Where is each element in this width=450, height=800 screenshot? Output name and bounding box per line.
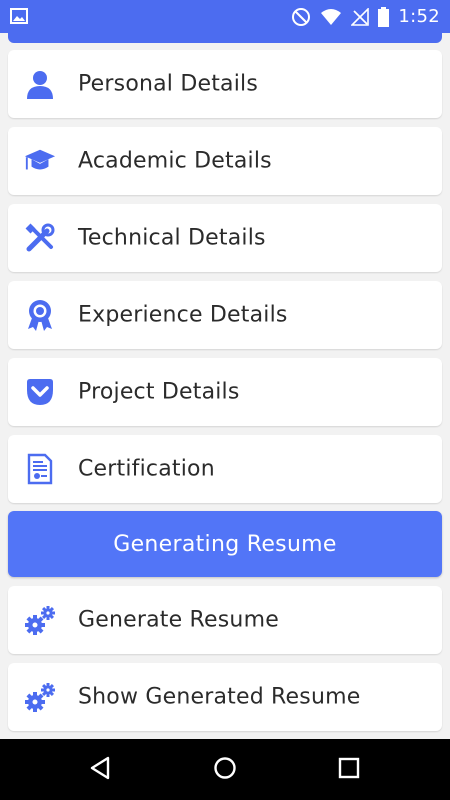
tools-icon xyxy=(24,222,56,254)
wifi-icon xyxy=(320,8,342,26)
content: Personal Details Academic Details Techni… xyxy=(0,33,450,739)
person-icon xyxy=(24,68,56,100)
recents-icon xyxy=(338,757,360,783)
menu-item-label: Certification xyxy=(78,456,215,482)
gears-icon xyxy=(24,681,56,713)
home-button[interactable] xyxy=(195,739,255,800)
recents-button[interactable] xyxy=(319,739,379,800)
menu-item-academic-details[interactable]: Academic Details xyxy=(8,127,442,195)
dnd-icon xyxy=(291,7,311,27)
pocket-icon xyxy=(24,376,56,408)
status-time: 1:52 xyxy=(398,6,440,27)
battery-icon xyxy=(378,6,390,27)
menu-item-technical-details[interactable]: Technical Details xyxy=(8,204,442,272)
menu-item-label: Technical Details xyxy=(78,225,266,251)
generate-resume-button[interactable]: Generate Resume xyxy=(8,586,442,654)
generating-resume-button[interactable]: Generating Resume xyxy=(8,511,442,577)
menu-item-certification[interactable]: Certification xyxy=(8,435,442,503)
menu-item-label: Project Details xyxy=(78,379,240,405)
previous-card-edge xyxy=(8,33,442,43)
show-generated-resume-label: Show Generated Resume xyxy=(78,684,361,710)
image-icon xyxy=(10,8,28,24)
menu-item-label: Personal Details xyxy=(78,71,258,97)
menu-item-label: Experience Details xyxy=(78,302,288,328)
menu-item-experience-details[interactable]: Experience Details xyxy=(8,281,442,349)
graduation-cap-icon xyxy=(24,145,56,177)
status-bar: 1:52 xyxy=(0,0,450,33)
navigation-bar xyxy=(0,739,450,800)
back-button[interactable] xyxy=(70,739,130,800)
show-generated-resume-button[interactable]: Show Generated Resume xyxy=(8,663,442,731)
gears-icon xyxy=(24,604,56,636)
menu-item-personal-details[interactable]: Personal Details xyxy=(8,50,442,118)
home-icon xyxy=(213,756,237,784)
menu-item-label: Academic Details xyxy=(78,148,272,174)
menu-item-project-details[interactable]: Project Details xyxy=(8,358,442,426)
award-icon xyxy=(24,299,56,331)
generate-resume-label: Generate Resume xyxy=(78,607,279,633)
certificate-icon xyxy=(24,453,56,485)
back-icon xyxy=(89,756,111,784)
no-signal-icon xyxy=(351,7,370,26)
